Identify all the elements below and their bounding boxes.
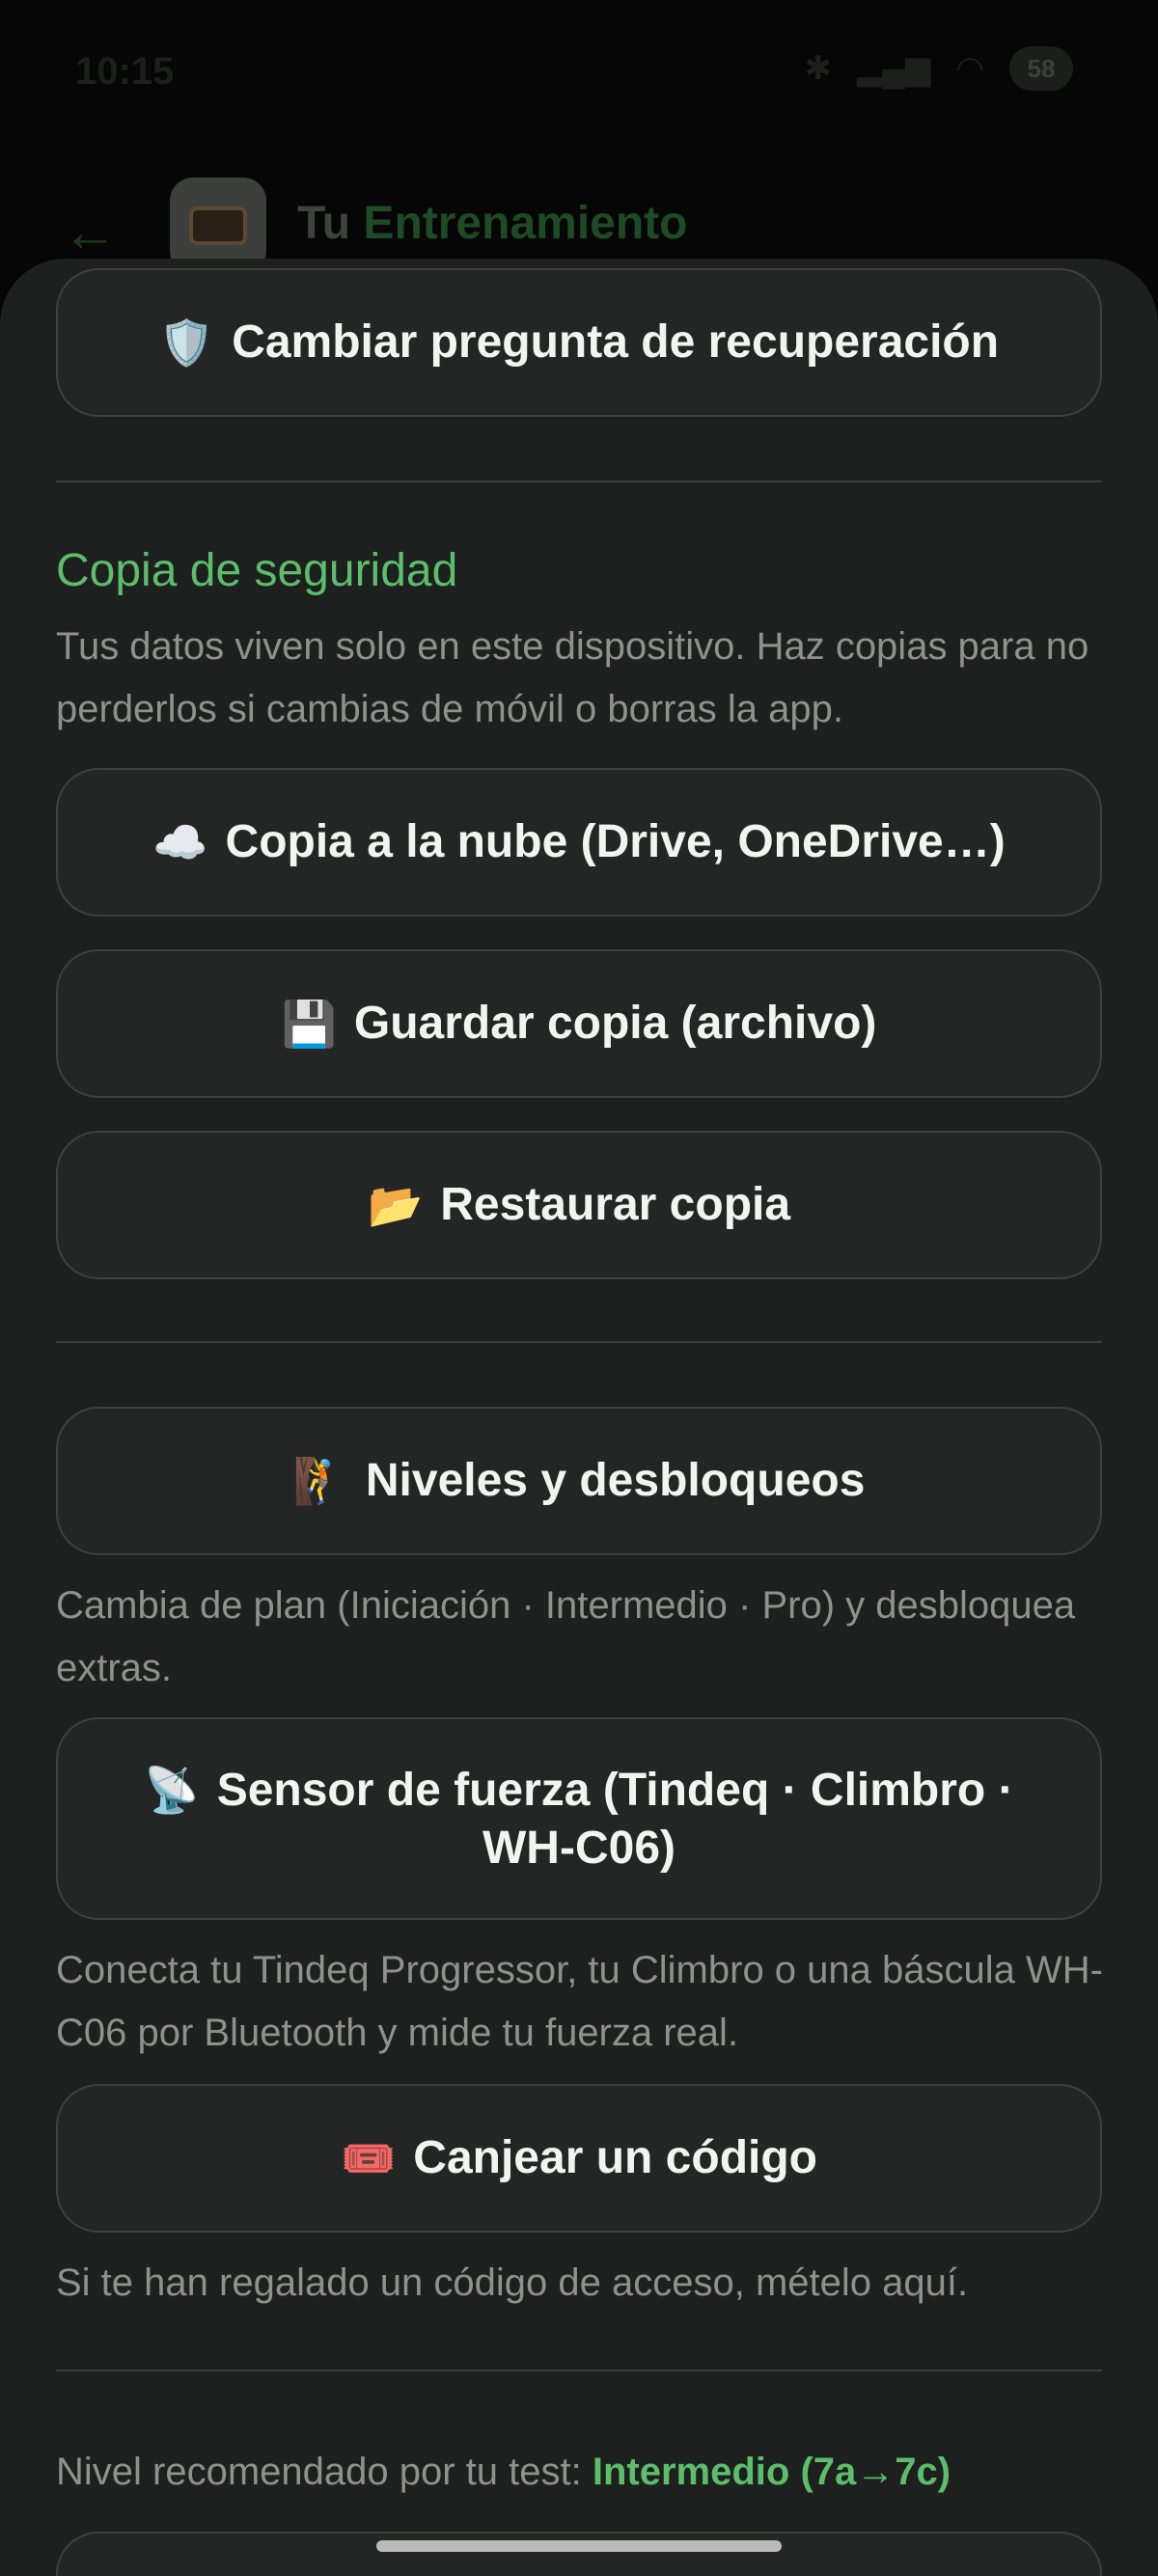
battery-icon: 58 — [1009, 46, 1073, 91]
status-icons: ✱ ▂▄▆ ◠ 58 — [804, 46, 1073, 91]
satellite-dish-icon: 📡 — [144, 1764, 200, 1815]
force-sensor-button[interactable]: 📡 Sensor de fuerza (Tindeq · Climbro · WH… — [56, 1717, 1102, 1920]
app-title: Tu Entrenamiento — [297, 197, 687, 250]
change-recovery-question-button[interactable]: 🛡️ Cambiar pregunta de recuperación — [56, 268, 1102, 417]
restore-backup-button[interactable]: 📂 Restaurar copia — [56, 1131, 1102, 1279]
recommended-level-prefix: Nivel recomendado por tu test: — [56, 2451, 582, 2493]
signal-icon: ▂▄▆ — [856, 50, 931, 87]
cloud-backup-label: Copia a la nube (Drive, OneDrive…) — [225, 816, 1006, 867]
home-indicator[interactable] — [376, 2540, 782, 2552]
backup-section-title: Copia de seguridad — [56, 545, 458, 596]
wifi-icon: ◠ — [955, 50, 984, 87]
save-backup-label: Guardar copia (archivo) — [353, 998, 877, 1049]
recommended-level: Nivel recomendado por tu test: Intermedi… — [56, 2441, 1108, 2504]
app-title-prefix: Tu — [297, 198, 351, 249]
recommended-level-value: Intermedio (7a→7c) — [592, 2451, 951, 2493]
redeem-code-button[interactable]: 🎟️ Canjear un código — [56, 2084, 1102, 2233]
back-arrow-icon[interactable]: ← — [62, 205, 118, 260]
redeem-code-label: Canjear un código — [413, 2132, 817, 2183]
divider — [56, 2370, 1102, 2371]
save-backup-button[interactable]: 💾 Guardar copia (archivo) — [56, 949, 1102, 1098]
levels-unlocks-button[interactable]: 🧗 Niveles y desbloqueos — [56, 1407, 1102, 1555]
floppy-disk-icon: 💾 — [281, 999, 337, 1049]
app-header: ← Tu Entrenamiento — [0, 145, 1158, 274]
bluetooth-icon: ✱ — [804, 50, 832, 87]
hangboard-icon — [189, 206, 247, 245]
cloud-icon: ☁️ — [152, 817, 208, 867]
divider — [56, 480, 1102, 482]
restore-backup-label: Restaurar copia — [440, 1179, 791, 1230]
cloud-backup-button[interactable]: ☁️ Copia a la nube (Drive, OneDrive…) — [56, 768, 1102, 917]
force-sensor-text: 📡 Sensor de fuerza (Tindeq · Climbro · WH… — [116, 1761, 1042, 1877]
redeem-description: Si te han regalado un código de acceso, … — [56, 2261, 969, 2304]
shield-icon: 🛡️ — [158, 317, 215, 368]
divider — [56, 1341, 1102, 1343]
status-bar: 10:15 ✱ ▂▄▆ ◠ 58 — [0, 0, 1158, 145]
levels-description: Cambia de plan (Iniciación · Intermedio … — [56, 1584, 1076, 1689]
folder-icon: 📂 — [367, 1180, 424, 1230]
app-title-accent: Entrenamiento — [363, 198, 688, 249]
climber-icon: 🧗 — [292, 1456, 348, 1506]
next-button-partial[interactable] — [56, 2532, 1102, 2576]
change-recovery-question-label: Cambiar pregunta de recuperación — [232, 316, 1000, 368]
backup-description: Tus datos viven solo en este dispositivo… — [56, 625, 1089, 730]
status-time: 10:15 — [75, 50, 175, 93]
ticket-icon: 🎟️ — [341, 2133, 397, 2183]
levels-unlocks-label: Niveles y desbloqueos — [365, 1455, 866, 1506]
force-sensor-label: Sensor de fuerza (Tindeq · Climbro · WH-… — [216, 1764, 1014, 1874]
settings-sheet[interactable]: 🛡️ Cambiar pregunta de recuperación Copi… — [0, 259, 1158, 2576]
sensor-description: Conecta tu Tindeq Progressor, tu Climbro… — [56, 1949, 1103, 2054]
